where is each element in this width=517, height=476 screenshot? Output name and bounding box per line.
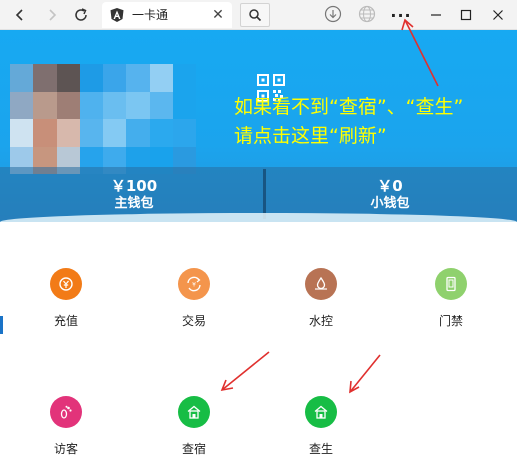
- arrow-to-student-check: [349, 354, 381, 393]
- page-root: 一卡通 ✕ ··· 如果看不到“查宿”、“查生” 请点击这里“刷新” ￥100 …: [0, 0, 517, 476]
- arrow-to-dorm-check: [221, 351, 270, 391]
- annotation-arrows: [220, 18, 439, 394]
- arrow-to-more-menu: [404, 19, 439, 87]
